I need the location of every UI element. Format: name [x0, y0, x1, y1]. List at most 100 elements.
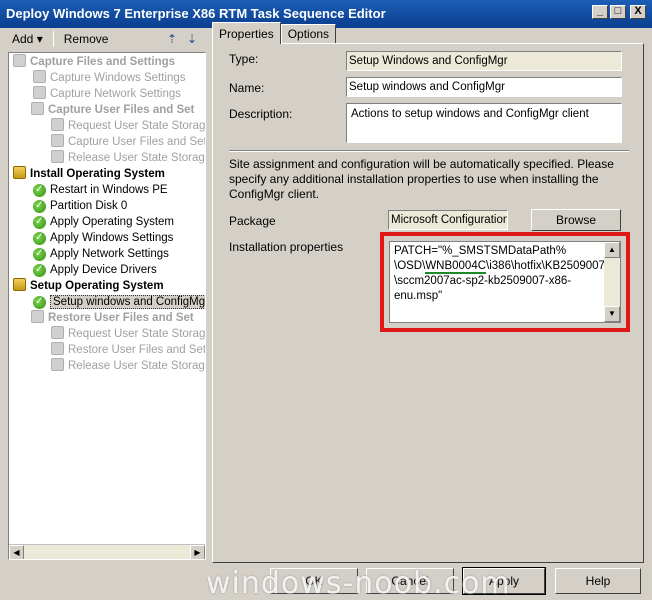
tree-item-label: Request User State Storag	[68, 328, 206, 340]
tree-item[interactable]: Request User State Storag	[51, 326, 205, 342]
ok-button[interactable]: OK	[270, 568, 358, 594]
maximize-button[interactable]: □	[610, 5, 626, 19]
tree-horizontal-scrollbar[interactable]: ◀ ▶	[9, 544, 205, 559]
tree-item-label: Capture User Files and Set	[68, 136, 206, 148]
tree-item-label: Setup windows and ConfigMgr	[50, 295, 205, 309]
folder-icon	[31, 310, 44, 323]
minimize-button[interactable]: _	[592, 5, 608, 19]
tab-strip: Properties Options	[212, 22, 337, 44]
close-button[interactable]: X	[630, 5, 646, 19]
tree-item[interactable]: Setup windows and ConfigMgr	[33, 294, 205, 310]
scroll-down-icon[interactable]: ▼	[604, 306, 620, 322]
tree-item[interactable]: Capture User Files and Set	[31, 102, 194, 118]
tree-item-label: Partition Disk 0	[50, 200, 128, 212]
tree-item-label: Apply Device Drivers	[50, 264, 157, 276]
window-controls: _ □ X	[592, 5, 646, 19]
disabled-step-icon	[33, 70, 46, 83]
section-divider	[229, 150, 629, 152]
package-label: Package	[229, 214, 276, 228]
installation-properties-label: Installation properties	[229, 240, 344, 254]
tree-item-label: Capture Files and Settings	[30, 56, 176, 68]
props-line-2a: \OSD\	[394, 260, 426, 272]
tree-item[interactable]: Apply Network Settings	[33, 246, 169, 262]
props-line-3: \sccm2007ac-sp2-kb2509007-x86-	[394, 275, 572, 287]
tree-item[interactable]: Release User State Storag	[51, 358, 205, 374]
help-button[interactable]: Help	[555, 568, 641, 594]
tree-item-label: Setup Operating System	[30, 280, 164, 292]
browse-button[interactable]: Browse	[531, 209, 621, 231]
name-label: Name:	[229, 81, 265, 95]
tree-item-label: Apply Operating System	[50, 216, 175, 228]
tree-item[interactable]: Capture User Files and Set	[51, 134, 206, 150]
tree-item-label: Release User State Storag	[68, 152, 205, 164]
tree-item-label: Restart in Windows PE	[50, 184, 168, 196]
remove-button[interactable]: Remove	[64, 32, 109, 46]
scroll-right-icon[interactable]: ▶	[190, 545, 205, 559]
tree-item-label: Capture Network Settings	[50, 88, 182, 100]
tree-item[interactable]: Capture Windows Settings	[33, 70, 186, 86]
check-icon	[33, 232, 46, 245]
tree-item[interactable]: Partition Disk 0	[33, 198, 127, 214]
tree-item-label: Capture User Files and Set	[48, 104, 195, 116]
folder-icon	[13, 166, 26, 179]
tree-item-label: Request User State Storag	[68, 120, 206, 132]
cancel-button[interactable]: Cancel	[366, 568, 454, 594]
folder-icon	[31, 102, 44, 115]
check-icon	[33, 296, 46, 309]
tree-item-label: Restore User Files and Set	[68, 344, 206, 356]
tree-item-label: Restore User Files and Set	[48, 312, 194, 324]
package-field: Microsoft Configuration	[388, 210, 508, 230]
sequence-toolbar: Add ▾ Remove ⇡ ⇣	[8, 28, 206, 50]
disabled-step-icon	[51, 358, 64, 371]
tree-item-label: Apply Windows Settings	[50, 232, 174, 244]
tree-item[interactable]: Restore User Files and Set	[31, 310, 194, 326]
description-label: Description:	[229, 107, 293, 121]
tree-item-label: Release User State Storag	[68, 360, 205, 372]
tree-item[interactable]: Apply Device Drivers	[33, 262, 157, 278]
disabled-step-icon	[51, 326, 64, 339]
package-id-highlight: WNB0004C	[425, 260, 487, 274]
folder-icon	[13, 54, 26, 67]
props-line-2: \OSD\WNB0004C\i386\hotfix\KB2509007	[394, 259, 605, 274]
installation-properties-input[interactable]: PATCH="%_SMSTSMDataPath% \OSD\WNB0004C\i…	[389, 241, 621, 323]
disabled-step-icon	[51, 342, 64, 355]
scroll-left-icon[interactable]: ◀	[9, 545, 24, 559]
name-input[interactable]: Setup windows and ConfigMgr	[346, 77, 622, 97]
type-label: Type:	[229, 52, 259, 66]
check-icon	[33, 264, 46, 277]
move-up-icon[interactable]: ⇡	[164, 31, 180, 47]
tab-properties[interactable]: Properties	[212, 22, 281, 44]
scroll-up-icon[interactable]: ▲	[604, 242, 620, 258]
check-icon	[33, 216, 46, 229]
description-input[interactable]: Actions to setup windows and ConfigMgr c…	[346, 103, 622, 143]
folder-icon	[13, 278, 26, 291]
tree-item[interactable]: Capture Files and Settings	[13, 54, 175, 70]
tab-options[interactable]: Options	[280, 24, 337, 44]
tree-item[interactable]: Capture Network Settings	[33, 86, 181, 102]
apply-button[interactable]: Apply	[462, 567, 546, 595]
type-field: Setup Windows and ConfigMgr	[346, 51, 622, 71]
disabled-step-icon	[33, 86, 46, 99]
add-menu-button[interactable]: Add ▾	[12, 32, 43, 46]
disabled-step-icon	[51, 150, 64, 163]
tree-item-label: Capture Windows Settings	[50, 72, 186, 84]
props-vertical-scrollbar[interactable]: ▲ ▼	[604, 242, 620, 322]
chevron-down-icon: ▾	[36, 32, 43, 46]
disabled-step-icon	[51, 134, 64, 147]
tree-item[interactable]: Apply Windows Settings	[33, 230, 173, 246]
toolbar-icons: ⇡ ⇣	[164, 31, 200, 47]
tree-item[interactable]: Apply Operating System	[33, 214, 174, 230]
tree-item[interactable]: Release User State Storag	[51, 150, 205, 166]
disabled-step-icon	[51, 118, 64, 131]
tree-item[interactable]: Setup Operating System	[13, 278, 164, 294]
props-line-1: PATCH="%_SMSTSMDataPath%	[394, 245, 567, 257]
tree-item[interactable]: Request User State Storag	[51, 118, 205, 134]
props-line-4: enu.msp"	[394, 290, 443, 302]
tree-item[interactable]: Install Operating System	[13, 166, 165, 182]
props-line-2c: \i386\hotfix\KB2509007	[486, 260, 605, 272]
tree-item-label: Apply Network Settings	[50, 248, 169, 260]
task-sequence-tree[interactable]: Release User State Storag Restore User Fi…	[8, 52, 206, 560]
tree-item[interactable]: Restore User Files and Set	[51, 342, 206, 358]
move-down-icon[interactable]: ⇣	[184, 31, 200, 47]
tree-item[interactable]: Restart in Windows PE	[33, 182, 168, 198]
